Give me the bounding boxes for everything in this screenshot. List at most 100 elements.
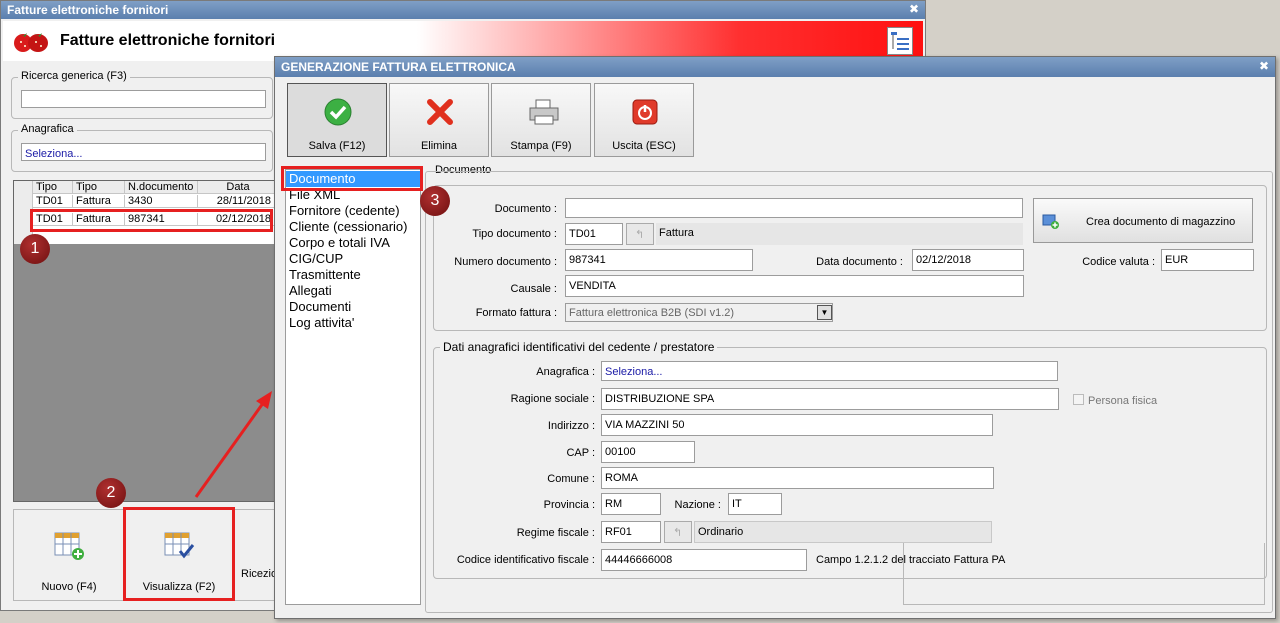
- regime-fiscale-code[interactable]: RF01: [601, 521, 661, 543]
- grid-header-tipo[interactable]: Tipo: [33, 181, 73, 194]
- tipo-lookup-button[interactable]: ↰: [626, 223, 654, 245]
- exit-button[interactable]: Uscita (ESC): [594, 83, 694, 157]
- grid-header-data[interactable]: Data: [198, 181, 276, 194]
- annotation-arrow: [194, 391, 272, 498]
- receive-button-label[interactable]: Ricezio: [241, 568, 277, 580]
- delete-button-label: Elimina: [420, 140, 458, 152]
- table-row-cell[interactable]: Fattura: [73, 195, 125, 208]
- nav-item-trasmittente[interactable]: Trasmittente: [286, 267, 420, 283]
- data-documento-label: Data documento :: [816, 256, 903, 268]
- formato-fattura-select[interactable]: Fattura elettronica B2B (SDI v1.2): [565, 303, 833, 322]
- numero-documento-label: Numero documento :: [454, 256, 557, 268]
- marker-3: 3: [420, 186, 450, 216]
- tree-icon[interactable]: [887, 27, 913, 55]
- regime-fiscale-label: Regime fiscale :: [516, 527, 595, 539]
- grid-add-icon: [53, 529, 85, 561]
- close-icon[interactable]: ✖: [909, 3, 919, 15]
- search-group: Ricerca generica (F3): [11, 70, 273, 119]
- provincia-field[interactable]: RM: [601, 493, 661, 515]
- search-input[interactable]: [21, 90, 266, 108]
- marker-1: 1: [20, 234, 50, 264]
- search-group-title: Ricerca generica (F3): [18, 70, 130, 82]
- codice-valuta-field[interactable]: EUR: [1161, 249, 1254, 271]
- cap-label: CAP :: [566, 447, 595, 459]
- save-button[interactable]: Salva (F12): [287, 83, 387, 157]
- marker-2: 2: [96, 478, 126, 508]
- anagrafica-select[interactable]: Seleziona...: [21, 143, 266, 161]
- table-row-cell[interactable]: 3430: [125, 195, 198, 208]
- dialog-close-icon[interactable]: ✖: [1259, 60, 1269, 72]
- cedente-anagrafica-select[interactable]: Seleziona...: [601, 361, 1058, 381]
- ragione-sociale-label: Ragione sociale :: [510, 393, 595, 405]
- nav-item-cig-cup[interactable]: CIG/CUP: [286, 251, 420, 267]
- indirizzo-field[interactable]: VIA MAZZINI 50: [601, 414, 993, 436]
- codice-fiscale-label: Codice identificativo fiscale :: [456, 554, 595, 566]
- ragione-sociale-field[interactable]: DISTRIBUZIONE SPA: [601, 388, 1059, 410]
- cap-field[interactable]: 00100: [601, 441, 695, 463]
- new-button-label: Nuovo (F4): [41, 581, 97, 593]
- crea-documento-button[interactable]: Crea documento di magazzino: [1033, 198, 1253, 243]
- selected-row-highlight: [30, 209, 273, 232]
- nav-item-log[interactable]: Log attivita': [286, 315, 420, 331]
- codice-fiscale-field[interactable]: 44446666008: [601, 549, 807, 571]
- view-button-highlight: [123, 507, 235, 601]
- chevron-down-icon[interactable]: ▼: [817, 305, 832, 320]
- documento-field[interactable]: [565, 198, 1023, 218]
- nav-item-allegati[interactable]: Allegati: [286, 283, 420, 299]
- delete-button[interactable]: Elimina: [389, 83, 489, 157]
- document-add-icon: [1042, 213, 1060, 229]
- anagrafica-group: Anagrafica Seleziona...: [11, 123, 273, 172]
- tipo-documento-label: Tipo documento :: [472, 228, 557, 240]
- bottom-right-panel: [903, 543, 1265, 605]
- dialog-title: GENERAZIONE FATTURA ELETTRONICA: [281, 60, 516, 74]
- documento-label: Documento :: [494, 203, 557, 215]
- regime-lookup-button[interactable]: ↰: [664, 521, 692, 543]
- nazione-field[interactable]: IT: [728, 493, 782, 515]
- lookup-icon: ↰: [673, 527, 683, 539]
- back-window-titlebar: Fatture elettroniche fornitori ✖: [1, 1, 925, 19]
- table-row-cell[interactable]: TD01: [33, 195, 73, 208]
- printer-icon: [528, 98, 559, 126]
- indirizzo-label: Indirizzo :: [547, 420, 595, 432]
- back-header-title: Fatture elettroniche fornitori: [60, 32, 276, 49]
- grid-header-ndocumento[interactable]: N.documento: [125, 181, 198, 194]
- codice-valuta-label: Codice valuta :: [1082, 256, 1155, 268]
- nav-item-fornitore[interactable]: Fornitore (cedente): [286, 203, 420, 219]
- nav-item-corpo[interactable]: Corpo e totali IVA: [286, 235, 420, 251]
- table-row-cell[interactable]: 28/11/2018: [198, 195, 276, 208]
- comune-field[interactable]: ROMA: [601, 467, 994, 489]
- crea-documento-label: Crea documento di magazzino: [1086, 216, 1236, 228]
- cedente-anagrafica-label: Anagrafica :: [536, 366, 595, 378]
- back-header: Fatture elettroniche fornitori: [3, 21, 923, 61]
- comune-label: Comune :: [547, 473, 595, 485]
- new-button[interactable]: Nuovo (F4): [17, 513, 121, 597]
- regime-fiscale-desc: Ordinario: [694, 521, 992, 543]
- delete-x-icon: [426, 98, 454, 126]
- causale-field[interactable]: VENDITA: [565, 275, 1024, 297]
- persona-fisica-checkbox[interactable]: [1073, 394, 1084, 405]
- save-button-label: Salva (F12): [308, 140, 366, 152]
- nav-list: Documento File XML Fornitore (cedente) C…: [285, 169, 421, 605]
- persona-fisica-label: Persona fisica: [1088, 395, 1158, 407]
- exit-button-label: Uscita (ESC): [612, 140, 676, 152]
- back-window-title: Fatture elettroniche fornitori: [7, 3, 169, 17]
- cedente-group-title: Dati anagrafici identificativi del ceden…: [440, 340, 718, 354]
- tipo-documento-code[interactable]: TD01: [565, 223, 623, 245]
- nazione-label: Nazione :: [674, 499, 721, 511]
- nav-documento-highlight: [281, 166, 423, 191]
- grid-header-tipo2[interactable]: Tipo: [73, 181, 125, 194]
- formato-fattura-label: Formato fattura :: [475, 307, 557, 319]
- power-icon: [631, 98, 659, 126]
- lookup-icon: ↰: [635, 229, 645, 241]
- numero-documento-field[interactable]: 987341: [565, 249, 753, 271]
- provincia-label: Provincia :: [543, 499, 595, 511]
- data-documento-field[interactable]: 02/12/2018: [912, 249, 1024, 271]
- strawberry-icon: [11, 29, 51, 53]
- nav-item-cliente[interactable]: Cliente (cessionario): [286, 219, 420, 235]
- anagrafica-group-title: Anagrafica: [18, 123, 77, 135]
- dialog-titlebar: GENERAZIONE FATTURA ELETTRONICA ✖: [275, 57, 1275, 77]
- print-button-label: Stampa (F9): [510, 140, 572, 152]
- print-button[interactable]: Stampa (F9): [491, 83, 591, 157]
- nav-item-documenti[interactable]: Documenti: [286, 299, 420, 315]
- dialog-window: GENERAZIONE FATTURA ELETTRONICA ✖ Salva …: [274, 56, 1276, 619]
